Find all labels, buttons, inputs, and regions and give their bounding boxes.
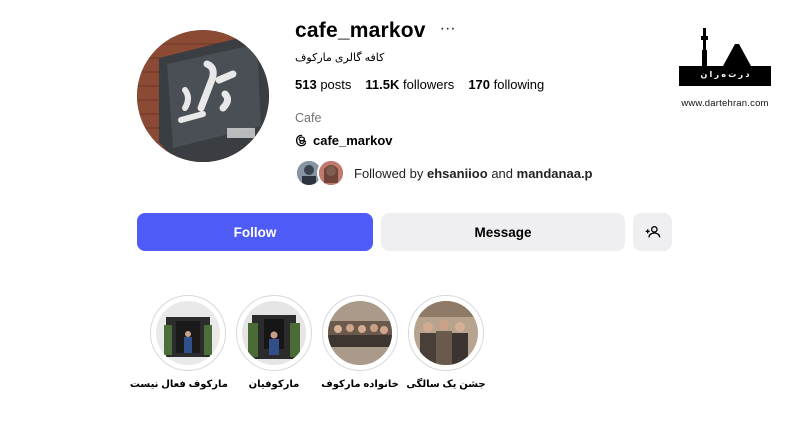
highlight-item[interactable]: جشن یک سالگی — [406, 295, 486, 390]
threads-icon — [295, 134, 307, 147]
more-options-icon[interactable]: ··· — [440, 21, 456, 37]
highlight-label: خانواده مارکوف — [321, 379, 399, 390]
add-user-icon — [645, 226, 660, 238]
follower-name[interactable]: ehsaniioo — [427, 166, 488, 181]
watermark-url: www.dartehran.com — [681, 98, 769, 109]
threads-handle: cafe_markov — [313, 133, 393, 148]
profile-category: Cafe — [295, 111, 322, 125]
threads-link[interactable]: cafe_markov — [295, 133, 393, 148]
followed-by-text: Followed by ehsaniioo and mandanaa.p — [354, 165, 593, 181]
follower-avatar — [317, 159, 345, 187]
logo-text: د ر ت ه ر ا ن — [700, 70, 750, 79]
highlight-cover — [414, 301, 478, 365]
highlight-label: جشن یک سالگی — [406, 379, 486, 390]
highlight-item[interactable]: مارکوفیان — [234, 295, 314, 390]
highlight-label: مارکوف فعال نیست — [129, 379, 228, 390]
highlight-cover — [156, 301, 220, 365]
posts-stat: 513 posts — [295, 77, 352, 92]
highlight-item[interactable]: خانواده مارکوف — [320, 295, 400, 390]
profile-avatar[interactable] — [137, 30, 269, 162]
followed-by[interactable]: Followed by ehsaniioo and mandanaa.p — [295, 159, 593, 187]
message-button[interactable]: Message — [381, 213, 625, 251]
profile-username: cafe_markov — [295, 19, 426, 42]
follow-button[interactable]: Follow — [137, 213, 373, 251]
highlight-label: مارکوفیان — [248, 379, 300, 390]
milad-tower-logo — [679, 28, 771, 86]
suggested-users-button[interactable] — [633, 213, 672, 251]
profile-full-name: کافه گالری مارکوف — [295, 52, 385, 64]
highlight-cover — [242, 301, 306, 365]
site-watermark: د ر ت ه ر ا ن www.dartehran.com — [675, 24, 775, 109]
profile-stats: 513 posts 11.5K followers 170 following — [295, 77, 544, 92]
following-stat[interactable]: 170 following — [468, 77, 544, 92]
highlight-item[interactable]: مارکوف فعال نیست — [129, 295, 228, 390]
follower-name[interactable]: mandanaa.p — [517, 166, 593, 181]
followers-stat[interactable]: 11.5K followers — [365, 77, 454, 92]
highlight-cover — [328, 301, 392, 365]
